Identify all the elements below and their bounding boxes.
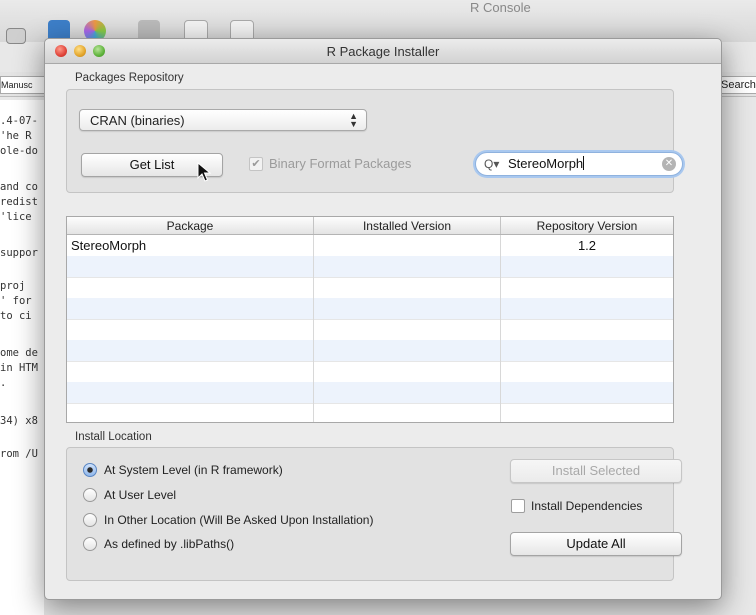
console-line: to ci — [0, 310, 32, 322]
install-selected-button[interactable]: Install Selected — [510, 459, 682, 483]
update-all-label: Update All — [566, 536, 626, 551]
install-location-label: Install Location — [75, 431, 152, 443]
radio-system-level[interactable]: At System Level (in R framework) — [83, 463, 283, 477]
mouse-pointer-icon — [197, 162, 212, 182]
radio-user-level[interactable]: At User Level — [83, 488, 176, 502]
radio-button[interactable] — [83, 488, 97, 502]
console-line: . — [0, 377, 7, 389]
console-line: 'lice — [0, 211, 32, 223]
console-toolbar — [0, 0, 756, 44]
table-row — [67, 319, 673, 341]
table-row — [67, 256, 673, 278]
install-selected-label: Install Selected — [551, 463, 641, 478]
console-line: proj — [0, 280, 26, 292]
repository-selected-value: CRAN (binaries) — [90, 113, 185, 128]
repository-version-cell: 1.2 — [577, 238, 597, 253]
console-line: in HTM — [0, 362, 38, 374]
search-icon: Q▾ — [484, 157, 500, 171]
table-row — [67, 277, 673, 299]
console-line: ole-do — [0, 145, 38, 157]
package-installer-window: R Package Installer Packages Repository … — [44, 38, 722, 600]
column-header-installed-version[interactable]: Installed Version — [314, 219, 500, 233]
package-search-field[interactable]: Q▾ StereoMorph ✕ — [475, 152, 683, 176]
radio-button[interactable] — [83, 513, 97, 527]
radio-label: At User Level — [104, 488, 177, 502]
binary-format-label: Binary Format Packages — [269, 156, 412, 171]
console-line: 'he R — [0, 130, 32, 142]
column-header-package[interactable]: Package — [67, 219, 313, 233]
repository-popup[interactable]: CRAN (binaries) ▲ ▼ — [79, 109, 367, 131]
console-output[interactable]: .4-07- 'he R ole-do and co redist 'lice … — [0, 100, 44, 615]
install-dependencies-checkbox-row[interactable]: Install Dependencies — [511, 499, 642, 513]
radio-button[interactable] — [83, 537, 97, 551]
console-search-field[interactable]: Search — [720, 76, 756, 94]
radio-label: At System Level (in R framework) — [104, 463, 283, 477]
table-row — [67, 340, 673, 362]
packages-table[interactable]: Package Installed Version Repository Ver… — [66, 216, 674, 423]
titlebar[interactable]: R Package Installer — [45, 39, 721, 64]
console-line: rom /U — [0, 448, 38, 460]
radio-label: In Other Location (Will Be Asked Upon In… — [104, 513, 374, 527]
console-directory-field[interactable]: Manusc — [0, 76, 46, 94]
get-list-label: Get List — [129, 157, 175, 172]
table-row — [67, 361, 673, 383]
radio-libpaths[interactable]: As defined by .libPaths() — [83, 537, 234, 551]
table-row — [67, 298, 673, 320]
install-dependencies-checkbox[interactable] — [511, 499, 525, 513]
table-row — [67, 403, 673, 422]
window-title: R Package Installer — [326, 44, 440, 59]
package-name-cell: StereoMorph — [71, 238, 147, 253]
console-line: suppor — [0, 247, 38, 259]
updown-arrows-icon: ▲ ▼ — [349, 111, 358, 129]
console-line: ome de — [0, 347, 38, 359]
console-line: redist — [0, 196, 38, 208]
table-row — [67, 382, 673, 404]
binary-format-checkbox-row[interactable]: ✔ Binary Format Packages — [249, 156, 411, 171]
table-row[interactable]: StereoMorph 1.2 — [67, 235, 673, 257]
lock-icon[interactable] — [6, 28, 26, 44]
binary-format-checkbox[interactable]: ✔ — [249, 156, 263, 171]
install-dependencies-label: Install Dependencies — [531, 499, 643, 513]
radio-other-location[interactable]: In Other Location (Will Be Asked Upon In… — [83, 513, 373, 527]
console-line: 34) x8 — [0, 415, 38, 427]
search-value: StereoMorph — [508, 156, 585, 171]
console-line: .4-07- — [0, 115, 38, 127]
console-line: ' for — [0, 295, 32, 307]
radio-button[interactable] — [83, 463, 97, 477]
console-line: and co — [0, 181, 38, 193]
packages-repository-label: Packages Repository — [75, 72, 184, 84]
clear-search-icon[interactable]: ✕ — [662, 157, 676, 171]
radio-label: As defined by .libPaths() — [104, 537, 235, 551]
packages-repository-group — [66, 89, 674, 193]
update-all-button[interactable]: Update All — [510, 532, 682, 556]
table-header: Package Installed Version Repository Ver… — [67, 217, 673, 235]
console-window-title: R Console — [470, 0, 531, 15]
column-header-repository-version[interactable]: Repository Version — [501, 219, 673, 233]
